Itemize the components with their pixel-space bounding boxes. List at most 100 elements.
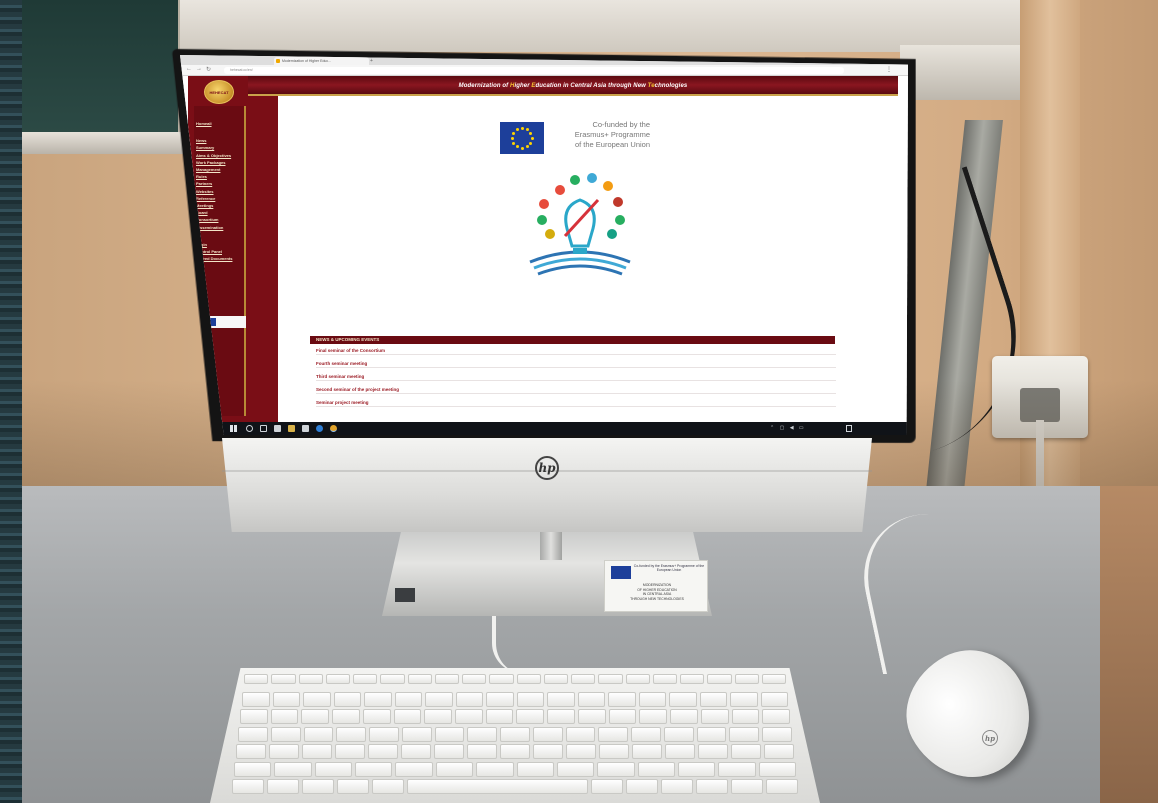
keyboard-key[interactable] [336,779,369,794]
keyboard-key[interactable] [516,709,545,724]
nav-item[interactable]: Websites [196,188,244,195]
keyboard-key[interactable] [608,709,637,724]
keyboard-key[interactable] [240,709,268,724]
keyboard-key[interactable] [516,674,541,684]
nav-item[interactable]: Work Packages [196,159,244,166]
keyboard-key[interactable] [543,674,568,684]
keyboard-key[interactable] [325,674,350,684]
keyboard-key[interactable] [762,726,793,742]
keyboard-key[interactable] [631,726,661,742]
keyboard-key[interactable] [639,709,668,724]
store-icon[interactable] [302,425,309,432]
keyboard-key[interactable] [393,709,422,724]
keyboard-key[interactable] [364,691,392,707]
keyboard-key[interactable] [467,744,497,759]
keyboard-key[interactable] [700,709,729,724]
keyboard-key[interactable] [632,744,662,759]
keyboard-key[interactable] [353,674,378,684]
keyboard-key[interactable] [730,691,758,707]
site-logo[interactable]: HEHECAT [204,80,234,104]
news-title[interactable]: Seminar project meeting [316,400,836,406]
keyboard-key[interactable] [244,674,269,684]
nav-item[interactable]: News [196,137,244,144]
keyboard-key[interactable] [274,761,312,777]
keyboard-key[interactable] [699,691,727,707]
keyboard-key[interactable] [597,761,635,777]
keyboard-key[interactable] [435,761,474,777]
keyboard-key[interactable] [298,674,323,684]
nav-item[interactable]: Meetings [196,202,244,209]
keyboard-key[interactable] [500,744,530,759]
keyboard-key[interactable] [652,674,677,684]
keyboard-key[interactable] [638,691,666,707]
keyboard-key[interactable] [661,779,694,794]
keyboard-key[interactable] [637,761,675,777]
news-item[interactable]: Third seminar meeting [316,374,836,381]
nav-item[interactable]: Dissemination [196,224,244,231]
nav-item[interactable]: Homeall [196,120,244,127]
keyboard-key[interactable] [599,744,629,759]
keyboard-key[interactable] [532,726,563,742]
keyboard-key[interactable] [696,779,729,794]
keyboard-key[interactable] [731,744,761,759]
keyboard-key[interactable] [362,709,391,724]
notification-icon[interactable] [846,425,852,432]
keyboard-key[interactable] [394,691,422,707]
keyboard-key[interactable] [425,691,453,707]
keyboard-key[interactable] [598,674,623,684]
keyboard-key[interactable] [598,726,629,742]
keyboard-key[interactable] [677,761,716,777]
browser-tab[interactable]: Modernization of Higher Educ... [274,57,369,65]
keyboard-key[interactable] [485,709,514,724]
keyboard-key[interactable] [401,744,431,759]
keyboard-key[interactable] [369,726,399,742]
keyboard-key[interactable] [336,726,367,742]
keyboard-key[interactable] [669,691,697,707]
windows-start-icon[interactable] [230,425,237,432]
nav-item[interactable]: Consortium [196,216,244,223]
keyboard-key[interactable] [332,709,360,724]
keyboard-key[interactable] [395,761,433,777]
url-input[interactable]: hehecat.cc/en/ [224,67,844,74]
keyboard-key[interactable] [489,674,514,684]
keyboard-key[interactable] [760,691,788,707]
keyboard-key[interactable] [680,674,705,684]
keyboard-key[interactable] [608,691,636,707]
keyboard-key[interactable] [566,744,596,759]
keyboard-key[interactable] [762,709,790,724]
nav-item[interactable]: Management [196,166,244,173]
keyboard-key[interactable] [577,691,605,707]
news-title[interactable]: Second seminar of the project meeting [316,387,836,393]
keyboard-key[interactable] [734,674,759,684]
keyboard-key[interactable] [731,779,764,794]
keyboard-key[interactable] [731,709,760,724]
keyboard-key[interactable] [406,779,589,794]
keyboard-key[interactable] [407,674,432,684]
nav-item[interactable]: Login [196,241,244,248]
news-item[interactable]: Seminar project meeting [316,400,836,407]
keyboard-key[interactable] [238,726,268,742]
keyboard-key[interactable] [272,691,300,707]
keyboard-key[interactable] [591,779,624,794]
keyboard-key[interactable] [698,744,728,759]
keyboard-key[interactable] [764,744,794,759]
keyboard-key[interactable] [565,726,596,742]
keyboard-key[interactable] [486,691,514,707]
keyboard-key[interactable] [707,674,732,684]
back-icon[interactable]: ← [186,66,192,72]
keyboard-key[interactable] [270,709,299,724]
nav-item[interactable]: Rules [196,173,244,180]
news-item[interactable]: Fourth seminar meeting [316,361,836,368]
news-item[interactable]: Second seminar of the project meeting [316,387,836,394]
keyboard-key[interactable] [462,674,487,684]
search-icon[interactable] [246,425,253,432]
keyboard-key[interactable] [577,709,606,724]
nav-item[interactable]: Board [196,209,244,216]
keyboard-key[interactable] [434,744,464,759]
keyboard-key[interactable] [301,779,334,794]
keyboard-key[interactable] [236,744,266,759]
nav-item[interactable]: Reference [196,195,244,202]
news-title[interactable]: Third seminar meeting [316,374,836,380]
keyboard-key[interactable] [670,709,698,724]
keyboard-key[interactable] [571,674,596,684]
